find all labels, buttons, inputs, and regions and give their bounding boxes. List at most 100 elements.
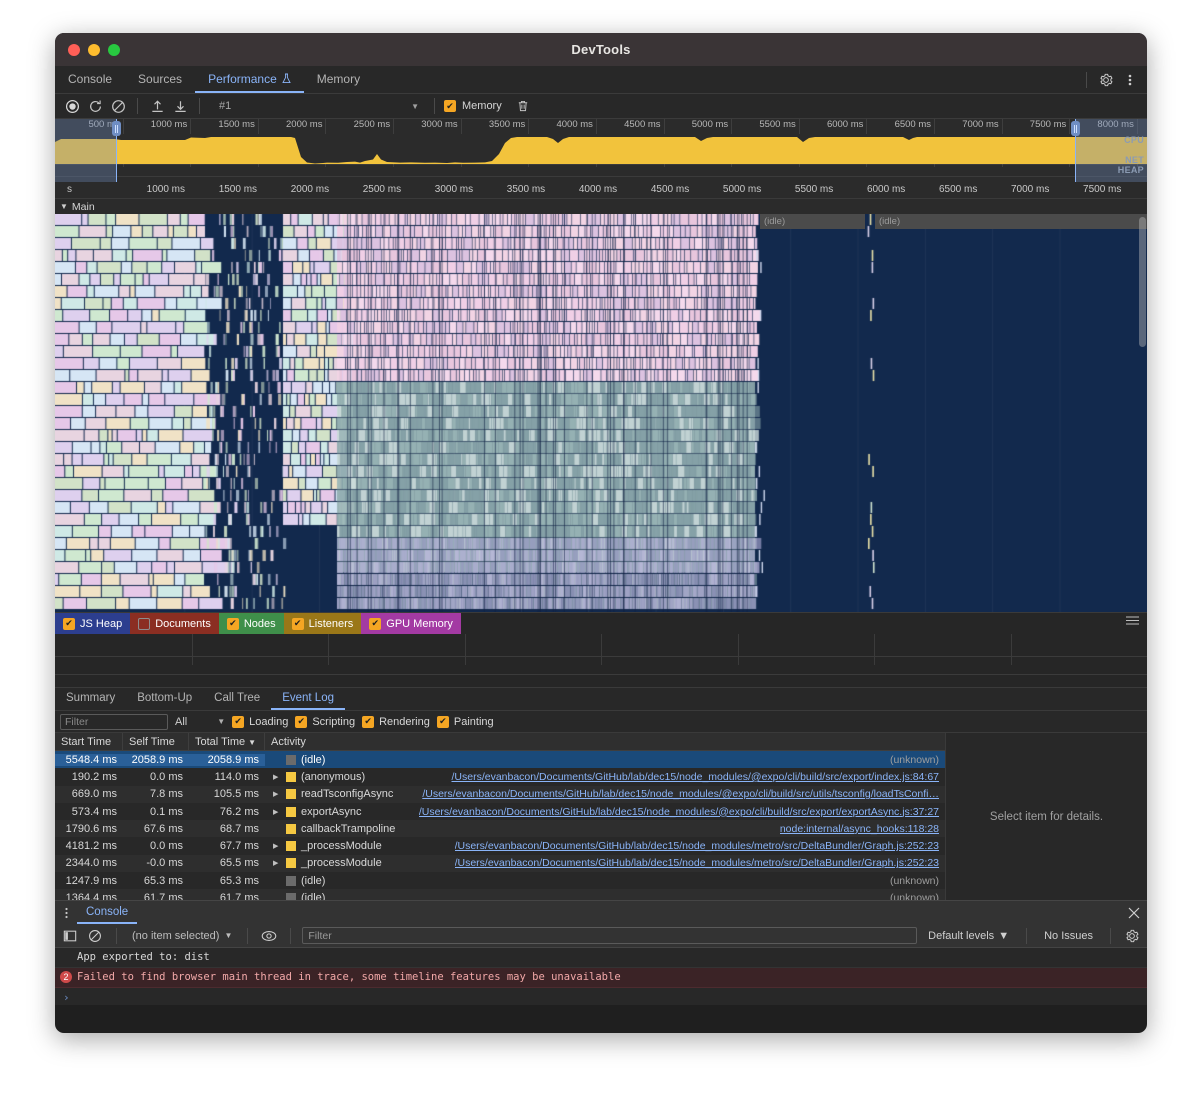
tab-sources[interactable]: Sources — [125, 66, 195, 93]
memory-checkbox[interactable]: ✔ Memory — [444, 100, 502, 112]
flamechart-tick-label: 3500 ms — [506, 184, 546, 195]
kebab-menu-icon[interactable] — [1119, 69, 1141, 91]
tab-call-tree[interactable]: Call Tree — [203, 688, 271, 710]
sort-desc-icon: ▼ — [248, 737, 257, 747]
legend-item-js-heap[interactable]: ✔ JS Heap — [55, 613, 131, 634]
console-prompt[interactable]: › — [55, 988, 1147, 1007]
activity-source-link[interactable]: /Users/evanbacon/Documents/GitHub/lab/de… — [455, 840, 939, 852]
table-row[interactable]: 5548.4 ms2058.9 ms2058.9 ms▶(idle)(unkno… — [55, 751, 945, 769]
activity-source-link[interactable]: node:internal/async_hooks:118:28 — [780, 823, 939, 835]
idle-label: (idle) — [879, 216, 901, 227]
flame-idle-block[interactable]: (idle) — [875, 214, 1147, 229]
duration-filter-value: All — [175, 715, 188, 728]
category-checkbox-painting[interactable]: ✔ Painting — [436, 715, 494, 728]
drawer-tab-console[interactable]: Console — [77, 901, 138, 924]
activity-source-link[interactable]: /Users/evanbacon/Documents/GitHub/lab/de… — [455, 857, 939, 869]
table-row[interactable]: 1364.4 ms61.7 ms61.7 ms▶(idle)(unknown) — [55, 889, 945, 900]
event-log-table[interactable]: Start Time Self Time Total Time ▼ Activit… — [55, 733, 946, 900]
category-checkbox-rendering[interactable]: ✔ Rendering — [362, 715, 430, 728]
clear-icon[interactable] — [108, 96, 128, 116]
table-row[interactable]: 1790.6 ms 67.6 ms 68.7 ms ▶callbackTrampoli… — [55, 820, 945, 838]
duration-filter-select[interactable]: All ▼ — [175, 716, 225, 728]
activity-source-link[interactable]: /Users/evanbacon/Documents/GitHub/lab/de… — [451, 771, 939, 783]
flamechart-canvas[interactable] — [55, 214, 1147, 612]
category-swatch-icon — [286, 893, 296, 900]
timeline-overview[interactable]: 500 ms 1000 ms 1500 ms 2000 ms 2500 ms 3000 m… — [55, 119, 1147, 182]
overview-window-left-shade[interactable] — [55, 119, 117, 182]
category-swatch-icon — [286, 806, 296, 817]
activity-name: exportAsync — [301, 805, 362, 818]
overview-window-right-handle[interactable] — [1071, 121, 1080, 136]
chevron-down-icon[interactable]: ▼ — [60, 202, 68, 211]
performance-toolbar: #1 ▼ ✔ Memory — [55, 94, 1147, 119]
gear-icon[interactable] — [1122, 926, 1142, 946]
cell-activity: ▶ exportAsync/Users/evanbacon/Documents/G… — [265, 806, 945, 818]
profile-select[interactable]: #1 ▼ — [213, 97, 425, 115]
flamechart[interactable]: ▼ Main (idle) (idle) — [55, 199, 1147, 612]
flamechart-tick-label: 4500 ms — [650, 184, 690, 195]
upload-profile-icon[interactable] — [147, 96, 167, 116]
live-expression-icon[interactable] — [259, 926, 279, 946]
track-header-main[interactable]: ▼ Main — [55, 199, 1147, 214]
download-profile-icon[interactable] — [170, 96, 190, 116]
flame-idle-block[interactable]: (idle) — [760, 214, 865, 229]
table-row[interactable]: 669.0 ms 7.8 ms 105.5 ms ▶ readTsconfigAsync… — [55, 785, 945, 803]
overview-window-right-shade[interactable] — [1075, 119, 1147, 182]
gear-icon[interactable] — [1095, 69, 1117, 91]
chevron-right-icon[interactable]: ▶ — [273, 790, 281, 798]
table-row[interactable]: 190.2 ms 0.0 ms 114.0 ms ▶ (anonymous) /Users… — [55, 768, 945, 785]
legend-item-documents[interactable]: Documents — [130, 613, 219, 634]
column-header-start-time[interactable]: Start Time — [55, 733, 123, 751]
show-sidebar-icon[interactable] — [60, 926, 80, 946]
ruler-left-edge-label: s — [67, 184, 72, 195]
issues-counter[interactable]: No Issues — [1038, 930, 1099, 942]
table-row[interactable]: 4181.2 ms 0.0 ms 67.7 ms ▶ _processModule/Us… — [55, 837, 945, 854]
tab-performance[interactable]: Performance — [195, 66, 304, 93]
filter-input[interactable] — [60, 713, 168, 730]
activity-source-link[interactable]: /Users/evanbacon/Documents/GitHub/lab/de… — [419, 806, 939, 818]
tab-label: Sources — [138, 71, 183, 86]
tab-memory[interactable]: Memory — [304, 66, 373, 93]
tab-bottom-up[interactable]: Bottom-Up — [126, 688, 203, 710]
category-label: Loading — [249, 715, 289, 728]
column-header-total-time[interactable]: Total Time ▼ — [189, 733, 265, 751]
category-checkbox-scripting[interactable]: ✔ Scripting — [295, 715, 355, 728]
console-messages[interactable]: App exported to: dist 2 Failed to find b… — [55, 948, 1147, 1005]
category-checkbox-loading[interactable]: ✔ Loading — [232, 715, 289, 728]
console-filter-input[interactable] — [302, 927, 918, 944]
chevron-right-icon[interactable]: ▶ — [273, 773, 281, 781]
chevron-right-icon[interactable]: ▶ — [273, 859, 281, 867]
chevron-right-icon[interactable]: ▶ — [273, 842, 281, 850]
kebab-menu-icon[interactable] — [55, 901, 77, 924]
column-header-activity[interactable]: Activity — [265, 733, 945, 751]
chevron-right-icon[interactable]: ▶ — [273, 808, 281, 816]
divider — [290, 927, 292, 944]
flamechart-tick-label: 5000 ms — [722, 184, 762, 195]
legend-item-gpu-memory[interactable]: ✔ GPU Memory — [361, 613, 461, 634]
table-row[interactable]: 573.4 ms 0.1 ms 76.2 ms ▶ exportAsync/Users/… — [55, 803, 945, 820]
flamechart-scrollbar[interactable] — [1139, 217, 1146, 347]
tab-summary[interactable]: Summary — [55, 688, 126, 710]
trash-icon[interactable] — [513, 96, 533, 116]
activity-source-link[interactable]: /Users/evanbacon/Documents/GitHub/lab/de… — [422, 788, 939, 800]
overview-window-left-handle[interactable] — [112, 121, 121, 136]
legend-item-listeners[interactable]: ✔ Listeners — [283, 613, 362, 634]
activity-source-unknown: (unknown) — [889, 892, 939, 900]
overview-divider — [55, 164, 1147, 165]
cell-total-time: 67.7 ms — [219, 840, 259, 853]
table-row[interactable]: 1247.9 ms65.3 ms65.3 ms▶(idle)(unknown) — [55, 872, 945, 889]
message-text: Failed to find browser main thread in tr… — [77, 971, 621, 983]
checkbox-checked-icon: ✔ — [63, 617, 75, 630]
tab-console[interactable]: Console — [55, 66, 125, 93]
tab-event-log[interactable]: Event Log — [271, 688, 345, 710]
console-levels-select[interactable]: Default levels ▼ — [922, 930, 1015, 942]
record-circle-icon[interactable] — [62, 96, 82, 116]
column-header-self-time[interactable]: Self Time — [123, 733, 189, 751]
console-context-select[interactable]: (no item selected) ▼ — [128, 930, 236, 942]
table-row[interactable]: 2344.0 ms -0.0 ms 65.5 ms ▶ _processModule/U… — [55, 854, 945, 873]
cell-start-time: 4181.2 ms — [65, 840, 117, 853]
close-icon[interactable] — [1121, 901, 1147, 924]
clear-console-icon[interactable] — [85, 926, 105, 946]
legend-item-nodes[interactable]: ✔ Nodes — [218, 613, 284, 634]
reload-record-icon[interactable] — [85, 96, 105, 116]
